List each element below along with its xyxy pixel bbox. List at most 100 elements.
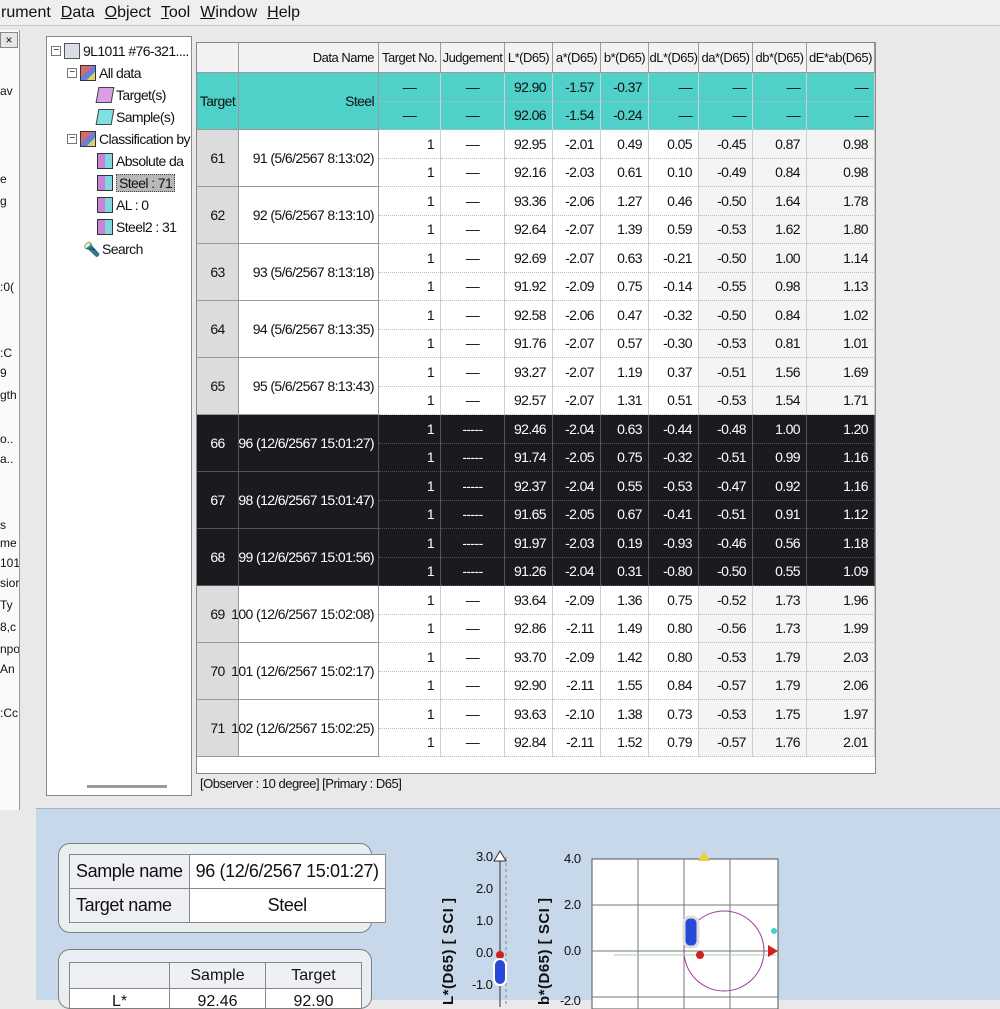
column-header[interactable]: b*(D65) [601,43,649,73]
table-cell: -2.03 [553,529,601,558]
table-cell: -2.03 [553,159,601,188]
table-cell: — [379,73,441,102]
table-cell: -0.41 [649,501,699,530]
tree-absolute[interactable]: Absolute da [97,151,183,171]
column-header[interactable]: dE*ab(D65) [807,43,875,73]
tree-steel2[interactable]: Steel2 : 31 [97,217,176,237]
table-cell: 91.92 [505,273,553,302]
left-panel-text: g [0,194,7,208]
table-cell: -2.06 [553,301,601,330]
table-row-number[interactable]: 66 [197,415,239,472]
left-panel-text: 101 [0,556,20,570]
tree-steel[interactable]: Steel : 71 [97,173,175,193]
table-row-number[interactable]: 65 [197,358,239,415]
column-header[interactable]: da*(D65) [699,43,753,73]
tree-scrollbar[interactable] [87,785,167,788]
table-row-number[interactable]: 61 [197,130,239,187]
l-arrow-icon [494,851,506,861]
table-cell: 0.98 [753,273,807,302]
table-row-number[interactable]: 67 [197,472,239,529]
table-cell: 1.14 [807,244,875,273]
table-cell: — [441,330,505,359]
table-cell: 1 [379,501,441,530]
table-row-name[interactable]: 91 (5/6/2567 8:13:02) [239,130,379,187]
menu-item-5[interactable]: Help [262,4,305,22]
table-row-number[interactable]: 64 [197,301,239,358]
table-row-name[interactable]: 92 (5/6/2567 8:13:10) [239,187,379,244]
menu-item-3[interactable]: Tool [156,4,195,22]
table-cell: — [441,672,505,701]
table-cell: 0.51 [649,387,699,416]
table-cell: 1.00 [753,244,807,273]
menu-item-1[interactable]: Data [56,4,100,22]
collapse-icon[interactable]: − [67,134,77,144]
table-row-name[interactable]: 99 (12/6/2567 15:01:56) [239,529,379,586]
table-cell: 1 [379,444,441,473]
table-cell: -2.04 [553,472,601,501]
table-cell: — [441,358,505,387]
table-cell: 1.71 [807,387,875,416]
table-row-name[interactable]: 102 (12/6/2567 15:02:25) [239,700,379,757]
table-cell: 0.75 [649,586,699,615]
table-cell: 1.79 [753,643,807,672]
tree-targets[interactable]: Target(s) [97,85,166,105]
table-row-name[interactable]: 94 (5/6/2567 8:13:35) [239,301,379,358]
close-icon[interactable]: × [0,32,18,48]
column-header[interactable]: dL*(D65) [649,43,699,73]
tree-samples[interactable]: Sample(s) [97,107,174,127]
menu-item-0[interactable]: rument [0,4,56,22]
tree-search[interactable]: 🔦 Search [83,239,143,259]
table-cell: 93.64 [505,586,553,615]
table-cell: 1.73 [753,586,807,615]
table-cell: -0.46 [699,529,753,558]
table-row-name[interactable]: 101 (12/6/2567 15:02:17) [239,643,379,700]
table-row-name[interactable]: 93 (5/6/2567 8:13:18) [239,244,379,301]
table-cell: — [441,700,505,729]
table-cell: 1.78 [807,187,875,216]
table-cell: — [379,102,441,131]
column-header[interactable]: Target No. [379,43,441,73]
table-cell: 1.16 [807,472,875,501]
column-header[interactable]: a*(D65) [553,43,601,73]
table-cell: 1 [379,586,441,615]
table-cell: 0.10 [649,159,699,188]
table-cell: 1.18 [807,529,875,558]
table-cell: -0.53 [699,643,753,672]
collapse-icon[interactable]: − [67,68,77,78]
column-header[interactable]: L*(D65) [505,43,553,73]
data-tree: − 9L1011 #76-321.... − All data Target(s… [46,36,192,796]
table-cell: 93.70 [505,643,553,672]
table-row-name[interactable]: 98 (12/6/2567 15:01:47) [239,472,379,529]
tree-classification[interactable]: − Classification by [67,129,190,149]
tree-all-data[interactable]: − All data [67,63,141,83]
column-header[interactable]: db*(D65) [753,43,807,73]
value-info-box: Sample Target L* 92.46 92.90 [58,949,372,1009]
left-panel-text: s [0,518,6,532]
menu-item-4[interactable]: Window [195,4,262,22]
table-cell: 1.52 [601,729,649,758]
column-header[interactable]: Data Name [239,43,379,73]
menu-item-2[interactable]: Object [100,4,156,22]
column-header[interactable]: Judgement [441,43,505,73]
table-row-number[interactable]: 68 [197,529,239,586]
table-cell: 92.95 [505,130,553,159]
table-row-name[interactable]: 95 (5/6/2567 8:13:43) [239,358,379,415]
collapse-icon[interactable]: − [51,46,61,56]
tree-root[interactable]: − 9L1011 #76-321.... [51,41,189,61]
table-row-name[interactable]: 96 (12/6/2567 15:01:27) [239,415,379,472]
table-row-name[interactable]: 100 (12/6/2567 15:02:08) [239,586,379,643]
table-cell: 1.42 [601,643,649,672]
table-cell: 0.56 [753,529,807,558]
table-cell: — [441,102,505,131]
table-cell: 1.27 [601,187,649,216]
table-row-number[interactable]: 63 [197,244,239,301]
table-cell: 1.55 [601,672,649,701]
table-cell: 0.47 [601,301,649,330]
tree-al[interactable]: AL : 0 [97,195,148,215]
table-cell: 1 [379,130,441,159]
table-cell: -1.57 [553,73,601,102]
left-panel-text: npo [0,642,20,656]
table-cell: 92.16 [505,159,553,188]
target-row-label[interactable]: Target [197,73,239,130]
table-row-number[interactable]: 62 [197,187,239,244]
